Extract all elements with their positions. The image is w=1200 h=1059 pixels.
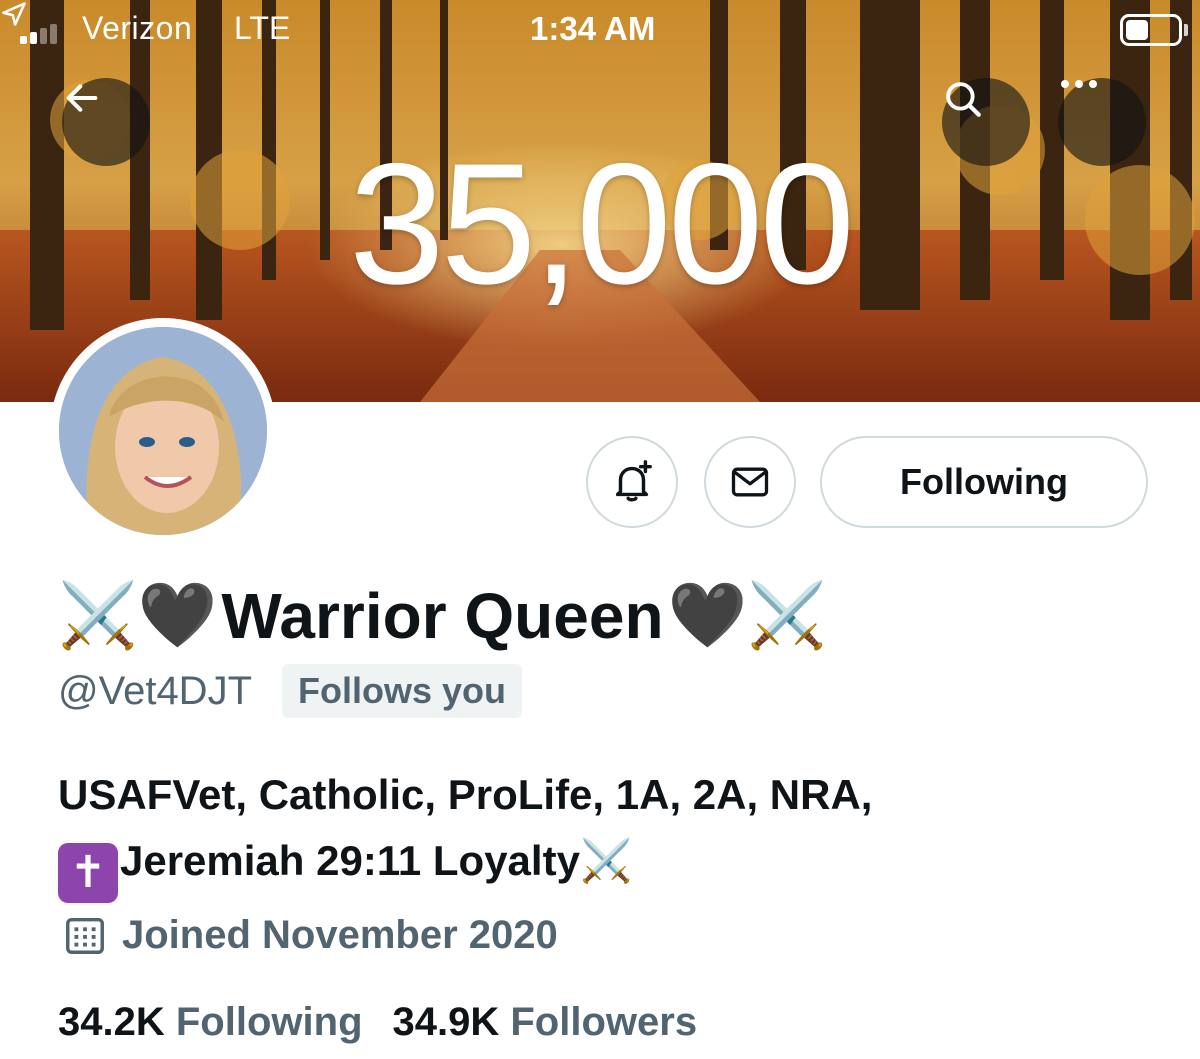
- follows-you-badge: Follows you: [282, 664, 523, 718]
- search-icon: [946, 82, 981, 117]
- following-count: 34.2K: [58, 1000, 165, 1044]
- following-button[interactable]: Following: [820, 436, 1148, 528]
- join-date-text: Joined November 2020: [122, 912, 558, 957]
- following-stat[interactable]: 34.2K Following: [58, 1000, 363, 1045]
- banner-caption: 35,000: [348, 128, 855, 320]
- message-button[interactable]: [704, 436, 796, 528]
- notifications-toggle-button[interactable]: [586, 436, 678, 528]
- username-handle: @Vet4DJT: [58, 668, 253, 713]
- display-name-text: Warrior Queen: [221, 579, 664, 652]
- network-type: LTE: [234, 10, 291, 46]
- battery-icon: [1120, 14, 1182, 46]
- back-arrow-icon: [66, 84, 98, 112]
- profile-avatar[interactable]: [50, 318, 276, 544]
- handle-row: @Vet4DJT Follows you: [58, 664, 523, 718]
- status-bar: Verizon LTE 1:34 AM: [0, 0, 1200, 60]
- avatar-photo: [59, 327, 267, 535]
- bio-line-2: ✝ Jeremiah 29:11 Loyalty⚔️: [58, 828, 1158, 903]
- follow-stats: 34.2K Following 34.9K Followers: [58, 1000, 697, 1045]
- name-suffix-emoji: 🖤⚔️: [667, 579, 827, 653]
- followers-label: Followers: [510, 1000, 698, 1044]
- envelope-icon: [731, 467, 769, 497]
- crossed-swords-emoji: ⚔️: [579, 836, 633, 885]
- following-label: Following: [175, 1000, 363, 1044]
- bio-line-2-text: Jeremiah 29:11 Loyalty: [120, 837, 580, 884]
- profile-bio: USAFVet, Catholic, ProLife, 1A, 2A, NRA,…: [58, 762, 1158, 903]
- bio-line-1: USAFVet, Catholic, ProLife, 1A, 2A, NRA,: [58, 771, 873, 818]
- carrier-name: Verizon: [82, 10, 193, 46]
- name-prefix-emoji: ⚔️🖤: [58, 579, 218, 653]
- followers-count: 34.9K: [392, 1000, 500, 1044]
- calendar-icon: [66, 917, 104, 954]
- status-time: 1:34 AM: [530, 10, 656, 47]
- followers-stat[interactable]: 34.9K Followers: [393, 1000, 698, 1045]
- more-icon: [1061, 80, 1097, 88]
- join-date: Joined November 2020: [62, 912, 558, 958]
- bell-plus-icon: [615, 460, 652, 502]
- display-name: ⚔️🖤 Warrior Queen 🖤⚔️: [58, 578, 827, 653]
- location-arrow-icon: [2, 2, 26, 26]
- latin-cross-icon: ✝: [58, 843, 118, 903]
